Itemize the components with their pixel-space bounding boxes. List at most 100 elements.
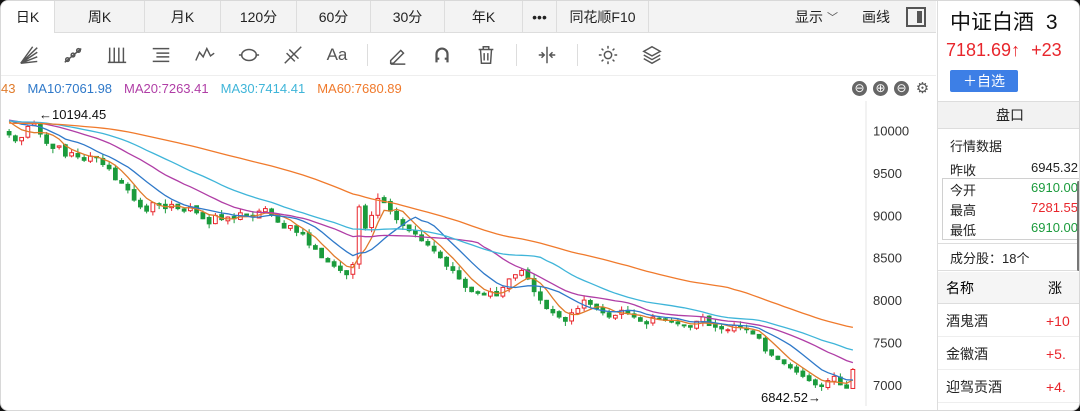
candle[interactable] <box>588 300 593 305</box>
kline-chart[interactable]: 10000950090008500800075007000 ←10194.45 … <box>1 101 936 406</box>
candle[interactable] <box>456 270 462 280</box>
tab-30min[interactable]: 30分 <box>371 1 445 33</box>
candle[interactable] <box>50 143 56 149</box>
candle[interactable] <box>469 286 474 293</box>
candle[interactable] <box>319 247 324 259</box>
fan-icon[interactable] <box>15 41 43 69</box>
candle[interactable] <box>344 270 349 276</box>
candle[interactable] <box>206 217 212 225</box>
candle[interactable] <box>550 308 556 314</box>
tab-more[interactable]: ••• <box>523 1 557 33</box>
candle[interactable] <box>125 183 131 191</box>
candle[interactable] <box>613 314 618 319</box>
candle[interactable] <box>444 256 449 267</box>
candle[interactable] <box>263 208 268 213</box>
candle[interactable] <box>800 370 806 377</box>
candle[interactable] <box>806 375 812 382</box>
candle[interactable] <box>6 131 12 136</box>
candle[interactable] <box>819 384 824 388</box>
candle[interactable] <box>538 291 543 301</box>
list-item[interactable]: 金徽酒 +5. <box>938 338 1079 370</box>
candle[interactable] <box>56 145 62 148</box>
candle[interactable] <box>719 326 724 330</box>
candle[interactable] <box>369 214 374 229</box>
candle[interactable] <box>844 384 849 389</box>
candle[interactable] <box>638 317 643 322</box>
candle[interactable] <box>425 241 431 246</box>
candle[interactable] <box>775 355 781 360</box>
candle[interactable] <box>413 230 418 235</box>
candle[interactable] <box>725 329 731 332</box>
candle[interactable] <box>138 199 143 208</box>
candle[interactable] <box>294 225 299 233</box>
candle[interactable] <box>81 157 87 161</box>
candle[interactable] <box>363 205 368 229</box>
candle[interactable] <box>69 152 74 157</box>
gear-icon[interactable] <box>594 41 622 69</box>
candle[interactable] <box>313 245 318 250</box>
candle[interactable] <box>419 234 424 242</box>
candle[interactable] <box>606 312 612 318</box>
candle[interactable] <box>44 134 49 144</box>
draw-line-button[interactable]: 画线 <box>850 7 902 27</box>
candle[interactable] <box>338 265 343 271</box>
list-item[interactable]: 酒鬼酒 +10 <box>938 305 1079 337</box>
candle[interactable] <box>713 324 718 328</box>
candle[interactable] <box>763 337 768 352</box>
add-watchlist-button[interactable]: ＋自选 <box>950 70 1018 92</box>
candle[interactable] <box>450 266 456 271</box>
candle[interactable] <box>688 325 693 328</box>
candle[interactable] <box>106 164 112 170</box>
candle[interactable] <box>781 359 787 365</box>
candle[interactable] <box>556 311 562 318</box>
candle[interactable] <box>150 202 156 213</box>
candle[interactable] <box>831 375 837 382</box>
tab-f10[interactable]: 同花顺F10 <box>557 1 649 33</box>
candle[interactable] <box>675 321 681 325</box>
candle[interactable] <box>288 225 293 229</box>
candle[interactable] <box>519 269 524 276</box>
candle[interactable] <box>119 179 124 184</box>
candle[interactable] <box>681 324 687 327</box>
candle[interactable] <box>463 278 468 288</box>
split-icon[interactable] <box>533 41 561 69</box>
ellipse-icon[interactable] <box>235 41 263 69</box>
layout-toggle-icon[interactable] <box>906 6 926 27</box>
trend-line-icon[interactable] <box>59 41 87 69</box>
candle[interactable] <box>75 153 81 158</box>
candle[interactable] <box>513 274 518 279</box>
wave-icon[interactable] <box>191 41 219 69</box>
candle[interactable] <box>113 167 118 181</box>
col-change[interactable]: 涨 <box>1048 278 1079 298</box>
layers-icon[interactable] <box>638 41 666 69</box>
tab-120min[interactable]: 120分 <box>221 1 297 33</box>
candle[interactable] <box>644 321 649 325</box>
candle[interactable] <box>575 308 581 314</box>
candle[interactable] <box>481 292 487 296</box>
tab-year-k[interactable]: 年K <box>445 1 523 33</box>
candle[interactable] <box>731 325 737 332</box>
candle[interactable] <box>850 368 856 389</box>
candle[interactable] <box>131 189 137 201</box>
candle[interactable] <box>431 245 437 252</box>
fork-icon[interactable] <box>279 41 307 69</box>
candle[interactable] <box>281 222 287 229</box>
candle[interactable] <box>19 136 24 142</box>
candle[interactable] <box>200 212 206 220</box>
candle[interactable] <box>438 251 443 259</box>
candle[interactable] <box>306 232 312 246</box>
tab-week-k[interactable]: 周K <box>55 1 145 33</box>
candle[interactable] <box>181 208 187 212</box>
minimize-icon[interactable]: ⊖ <box>894 81 909 96</box>
candle[interactable] <box>750 330 756 335</box>
candle[interactable] <box>394 210 399 221</box>
list-item[interactable]: 迎驾贡酒 +4. <box>938 371 1079 403</box>
candle[interactable] <box>331 261 337 267</box>
candle[interactable] <box>756 333 762 339</box>
trash-icon[interactable] <box>472 41 500 69</box>
display-dropdown[interactable]: 显示 ﹀ <box>783 7 850 27</box>
candle[interactable] <box>794 366 799 373</box>
candle[interactable] <box>544 299 549 310</box>
settings-icon[interactable]: ⚙ <box>915 81 930 96</box>
zoom-out-icon[interactable]: ⊖ <box>852 81 867 96</box>
